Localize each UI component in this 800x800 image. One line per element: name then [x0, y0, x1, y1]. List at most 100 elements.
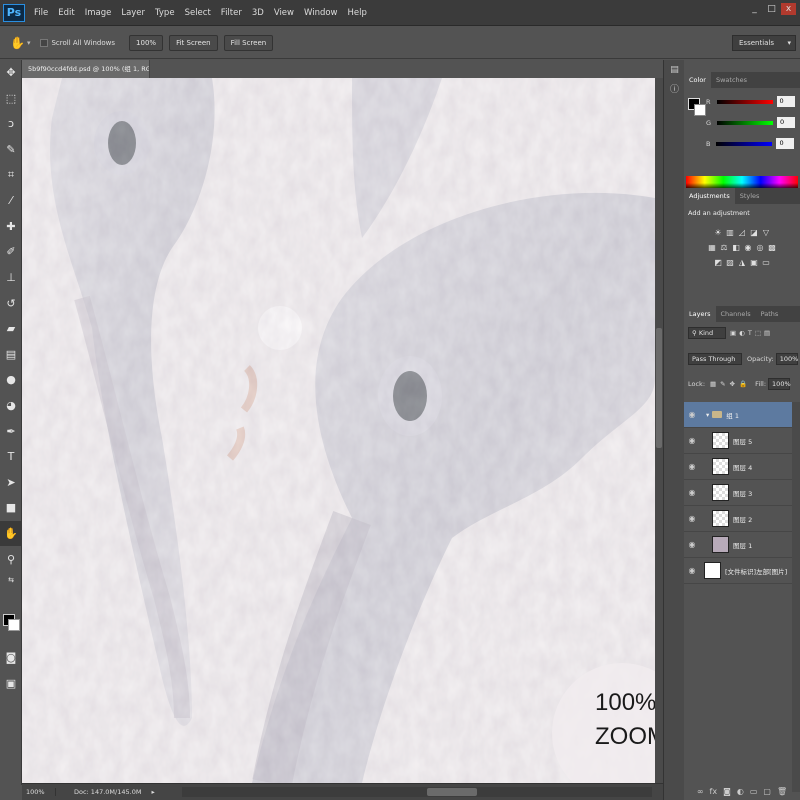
posterize-icon[interactable]: ▨ — [726, 258, 735, 267]
lock-all-icon[interactable]: 🔒 — [739, 380, 747, 388]
fit-screen-button[interactable]: Fit Screen — [169, 34, 218, 51]
horizontal-scroll-thumb[interactable] — [427, 788, 477, 796]
chevron-down-icon[interactable]: ▾ — [706, 411, 709, 419]
layer-row-5[interactable]: ◉ 图层 5 — [684, 428, 792, 454]
black-white-icon[interactable]: ◧ — [732, 243, 741, 252]
color-lookup-icon[interactable]: ▩ — [768, 243, 777, 252]
swap-colors-icon[interactable]: ⇆ — [0, 572, 22, 588]
eraser-tool-icon[interactable]: ▰ — [0, 316, 22, 342]
menu-edit[interactable]: Edit — [53, 8, 79, 18]
color-balance-icon[interactable]: ⚖ — [720, 243, 729, 252]
lasso-tool-icon[interactable]: ↄ — [0, 111, 22, 137]
eye-icon[interactable]: ◉ — [684, 410, 700, 419]
menu-file[interactable]: File — [29, 8, 53, 18]
menu-3d[interactable]: 3D — [247, 8, 269, 18]
vibrance-icon[interactable]: ▽ — [762, 228, 771, 237]
brush-tool-icon[interactable]: ✐ — [0, 239, 22, 265]
document-canvas[interactable]: 100% ZOOM — [22, 78, 655, 783]
menu-select[interactable]: Select — [180, 8, 216, 18]
threshold-icon[interactable]: ◮ — [738, 258, 747, 267]
status-arrow-icon[interactable]: ▸ — [151, 788, 154, 796]
lock-position-icon[interactable]: ✥ — [730, 380, 735, 388]
trash-icon[interactable]: 🗑 — [777, 784, 787, 800]
gradient-tool-icon[interactable]: ▤ — [0, 342, 22, 368]
filter-pixel-icon[interactable]: ▣ — [730, 329, 736, 337]
history-brush-tool-icon[interactable]: ↺ — [0, 290, 22, 316]
quick-mask-icon[interactable]: ◙ — [0, 645, 22, 671]
menu-filter[interactable]: Filter — [216, 8, 247, 18]
opacity-field[interactable]: 100% — [775, 353, 798, 365]
menu-help[interactable]: Help — [343, 8, 372, 18]
marquee-tool-icon[interactable]: ⬚ — [0, 86, 22, 112]
fill-screen-button[interactable]: Fill Screen — [223, 34, 274, 51]
eyedropper-tool-icon[interactable]: ⁄ — [0, 188, 22, 214]
layers-scrollbar[interactable] — [792, 402, 800, 792]
menu-view[interactable]: View — [269, 8, 299, 18]
menu-window[interactable]: Window — [299, 8, 343, 18]
blend-mode-select[interactable]: Pass Through — [688, 353, 742, 365]
type-tool-icon[interactable]: T — [0, 444, 22, 470]
green-channel-value[interactable]: 0 — [777, 117, 796, 128]
red-channel-value[interactable]: 0 — [776, 96, 795, 107]
layer-row-3[interactable]: ◉ 图层 3 — [684, 480, 792, 506]
dodge-tool-icon[interactable]: ◕ — [0, 393, 22, 419]
tool-preset-chevron-icon[interactable]: ▾ — [27, 39, 31, 47]
layer-row-2[interactable]: ◉ 图层 2 — [684, 506, 792, 532]
minimize-button[interactable]: _ — [747, 3, 762, 15]
tab-adjustments[interactable]: Adjustments — [684, 188, 735, 204]
hand-tool-icon[interactable]: ✋ — [0, 520, 22, 547]
lock-image-icon[interactable]: ✎ — [720, 380, 725, 388]
background-swatch[interactable] — [694, 104, 706, 116]
blue-channel-value[interactable]: 0 — [776, 138, 795, 149]
screen-mode-icon[interactable]: ▣ — [0, 671, 22, 697]
pen-tool-icon[interactable]: ✒ — [0, 418, 22, 444]
workspace-switcher[interactable]: Essentials ▾ — [732, 35, 796, 51]
hand-tool-icon[interactable]: ✋ — [10, 36, 25, 50]
kind-filter-select[interactable]: ⚲ Kind — [688, 327, 726, 339]
scroll-all-windows-checkbox[interactable]: Scroll All Windows — [40, 38, 115, 47]
layer-row-background[interactable]: ◉ [文件标识]左部[图片] — [684, 558, 792, 584]
background-color-swatch[interactable] — [8, 619, 20, 631]
tab-swatches[interactable]: Swatches — [711, 72, 752, 88]
tab-layers[interactable]: Layers — [684, 306, 716, 322]
menu-layer[interactable]: Layer — [116, 8, 150, 18]
horizontal-scrollbar[interactable] — [182, 787, 652, 797]
clone-stamp-tool-icon[interactable]: ⊥ — [0, 265, 22, 291]
curves-icon[interactable]: ◿ — [738, 228, 747, 237]
eye-icon[interactable]: ◉ — [684, 488, 700, 497]
folder-icon[interactable]: ▭ — [750, 784, 758, 800]
tab-color[interactable]: Color — [684, 72, 711, 88]
filter-adjustment-icon[interactable]: ◐ — [739, 329, 745, 337]
filter-type-icon[interactable]: T — [748, 329, 752, 337]
levels-icon[interactable]: ▥ — [726, 228, 735, 237]
layer-row-group-1[interactable]: ◉ ▾ 组 1 — [684, 402, 792, 428]
document-tab[interactable]: 5b9f90ccd4fdd.psd @ 100% (组 1, RGB/8) × — [22, 60, 150, 78]
eye-icon[interactable]: ◉ — [684, 462, 700, 471]
exposure-icon[interactable]: ◪ — [750, 228, 759, 237]
brightness-icon[interactable]: ☀ — [714, 228, 723, 237]
blue-channel-slider[interactable] — [716, 141, 773, 146]
properties-panel-icon[interactable]: ⓘ — [664, 80, 685, 100]
layer-row-1[interactable]: ◉ 图层 1 — [684, 532, 792, 558]
healing-brush-tool-icon[interactable]: ✚ — [0, 214, 22, 240]
vertical-scrollbar[interactable] — [655, 78, 663, 783]
eye-icon[interactable]: ◉ — [684, 540, 700, 549]
green-channel-slider[interactable] — [717, 120, 774, 125]
zoom-100-button[interactable]: 100% — [129, 34, 164, 51]
menu-type[interactable]: Type — [150, 8, 180, 18]
lock-transparent-icon[interactable]: ▦ — [710, 380, 716, 388]
selective-color-icon[interactable]: ▣ — [750, 258, 759, 267]
status-zoom[interactable]: 100% — [22, 788, 56, 796]
channel-mixer-icon[interactable]: ◎ — [756, 243, 765, 252]
checkbox-box[interactable] — [40, 38, 49, 47]
crop-tool-icon[interactable]: ⌗ — [0, 162, 22, 188]
move-tool-icon[interactable]: ✥ — [0, 60, 22, 86]
restore-button[interactable]: □ — [764, 3, 779, 15]
rectangle-tool-icon[interactable]: ■ — [0, 495, 22, 521]
tab-channels[interactable]: Channels — [716, 306, 756, 322]
mask-icon[interactable]: ◙ — [723, 784, 731, 800]
filter-shape-icon[interactable]: ⬚ — [755, 329, 761, 337]
photo-filter-icon[interactable]: ◉ — [744, 243, 753, 252]
gradient-map-icon[interactable]: ▭ — [762, 258, 771, 267]
red-channel-slider[interactable] — [716, 99, 773, 104]
